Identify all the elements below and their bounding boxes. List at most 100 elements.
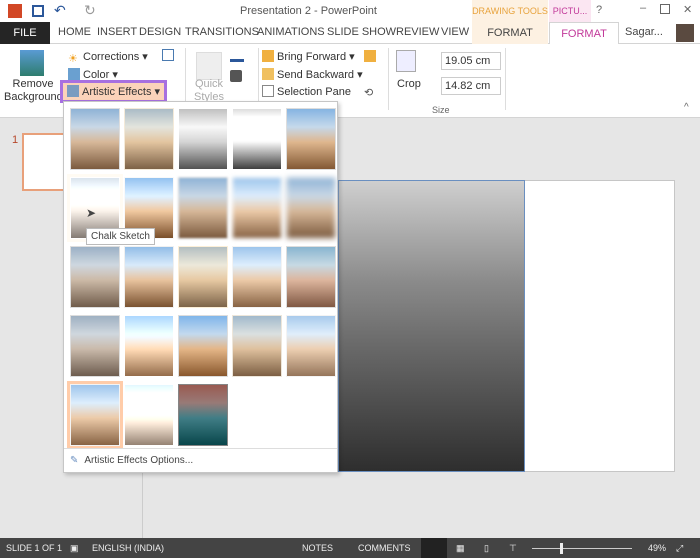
user-name[interactable]: Sagar... [625,26,663,38]
tab-insert[interactable]: INSERT [97,26,137,38]
tab-slide-show[interactable]: SLIDE SHOW [327,26,396,38]
selection-pane-label: Selection Pane [277,86,351,98]
send-backward-icon [262,68,274,80]
sun-icon: ☀ [68,53,78,65]
cursor-icon: ➤ [86,206,97,220]
reading-view-button[interactable]: ▯ [484,543,489,554]
crop-button[interactable]: Crop [397,78,421,90]
redo-icon[interactable]: ↻ [84,2,96,19]
effect-thumbnail[interactable] [286,177,336,239]
artistic-effects-icon [67,85,79,97]
comments-button[interactable]: COMMENTS [358,543,411,553]
effect-thumbnail[interactable] [124,246,174,308]
tab-design[interactable]: DESIGN [139,26,181,38]
size-group-label: Size [432,105,450,115]
color-icon [68,68,80,80]
avatar[interactable] [676,24,694,42]
effect-thumbnail[interactable] [70,108,120,170]
tab-drawing-format[interactable]: FORMAT [472,22,548,44]
effect-thumbnail[interactable] [232,177,282,239]
effect-thumbnail[interactable] [67,381,123,449]
tab-transitions[interactable]: TRANSITIONS [185,26,259,38]
maximize-button[interactable] [660,4,670,14]
effect-thumbnail[interactable] [178,384,228,446]
effect-thumbnail[interactable] [286,108,336,170]
bring-forward-icon [262,50,274,62]
language-indicator[interactable]: ENGLISH (INDIA) [92,543,164,553]
zoom-level[interactable]: 49% [648,543,666,553]
gallery-tooltip: Chalk Sketch [86,228,155,245]
effect-thumbnail[interactable] [70,315,120,377]
divider [505,48,506,110]
picture-border-icon[interactable] [230,50,244,62]
slide-picture[interactable] [338,180,525,472]
slide-thumbnail-number: 1 [12,134,19,146]
title-bar: ↶ ↻ Presentation 2 - PowerPoint DRAWING … [0,0,700,22]
quick-styles-icon [196,52,222,80]
normal-view-button[interactable] [421,538,447,558]
effect-thumbnail[interactable] [70,246,120,308]
picture-effects-icon[interactable] [230,70,242,82]
effect-thumbnail[interactable] [178,246,228,308]
effect-thumbnail[interactable] [124,108,174,170]
rotate-icon[interactable]: ⟲ [364,86,373,99]
tab-picture-format[interactable]: FORMAT [549,22,619,45]
artistic-effects-label: Artistic Effects [82,86,152,98]
undo-icon[interactable]: ↶ [54,2,66,19]
crop-icon [396,50,416,72]
zoom-slider[interactable] [532,548,632,549]
remove-background-button[interactable]: Remove Background [4,78,63,104]
effect-thumbnail[interactable] [124,315,174,377]
artistic-effects-button[interactable]: Artistic Effects ▾ [59,80,168,103]
spellcheck-icon[interactable]: ▣ [70,543,79,554]
corrections-button[interactable]: ☀ Corrections ▾ [68,50,148,65]
close-button[interactable]: ✕ [683,3,692,16]
tab-file[interactable]: FILE [0,22,50,44]
send-backward-button[interactable]: Send Backward ▾ [262,68,363,81]
zoom-slider-thumb[interactable] [560,543,563,554]
powerpoint-logo-icon [8,4,22,18]
effect-thumbnail[interactable] [178,108,228,170]
tab-home[interactable]: HOME [58,26,91,38]
bring-forward-label: Bring Forward [277,51,347,63]
selection-pane-button[interactable]: Selection Pane [262,85,351,98]
bring-forward-button[interactable]: Bring Forward ▾ [262,50,355,63]
effect-thumbnail[interactable] [178,315,228,377]
minimize-button[interactable]: – [640,2,646,14]
slide-indicator: SLIDE 1 OF 1 [6,543,63,553]
effect-thumbnail[interactable] [124,384,174,446]
tab-review[interactable]: REVIEW [396,26,439,38]
options-icon: ✎ [70,455,79,466]
notes-button[interactable]: NOTES [302,543,333,553]
slideshow-button[interactable]: ⊤ [509,543,517,554]
compress-icon[interactable] [162,49,174,61]
effect-thumbnail[interactable] [286,246,336,308]
effect-thumbnail[interactable] [232,108,282,170]
effect-thumbnail[interactable] [286,315,336,377]
effect-thumbnail[interactable] [232,315,282,377]
options-label: Artistic Effects Options... [84,455,194,466]
effect-thumbnail[interactable] [178,177,228,239]
fit-slide-icon[interactable]: ⤢ [676,543,683,554]
window-title: Presentation 2 - PowerPoint [240,5,377,17]
effect-thumbnail[interactable] [232,246,282,308]
artistic-effects-gallery [63,101,338,473]
width-field[interactable]: 14.82 cm [441,77,501,95]
collapse-ribbon-icon[interactable]: ^ [684,102,689,113]
color-button[interactable]: Color ▾ [68,68,118,81]
tab-animations[interactable]: ANIMATIONS [257,26,325,38]
save-icon[interactable] [32,5,44,17]
picture-tools-label: PICTU... [549,0,591,22]
ribbon-tabs: FILE HOME INSERT DESIGN TRANSITIONS ANIM… [0,22,700,45]
help-icon[interactable]: ? [596,4,602,16]
tab-view[interactable]: VIEW [441,26,469,38]
color-label: Color [83,69,110,81]
slide-sorter-button[interactable]: ▦ [456,543,465,554]
align-icon[interactable] [364,50,376,62]
options-divider [64,448,337,449]
artistic-effects-options[interactable]: ✎ Artistic Effects Options... [70,455,193,466]
divider [388,48,389,110]
height-field[interactable]: 19.05 cm [441,52,501,70]
status-bar: SLIDE 1 OF 1 ▣ ENGLISH (INDIA) NOTES COM… [0,538,700,558]
selection-pane-icon [262,85,274,97]
